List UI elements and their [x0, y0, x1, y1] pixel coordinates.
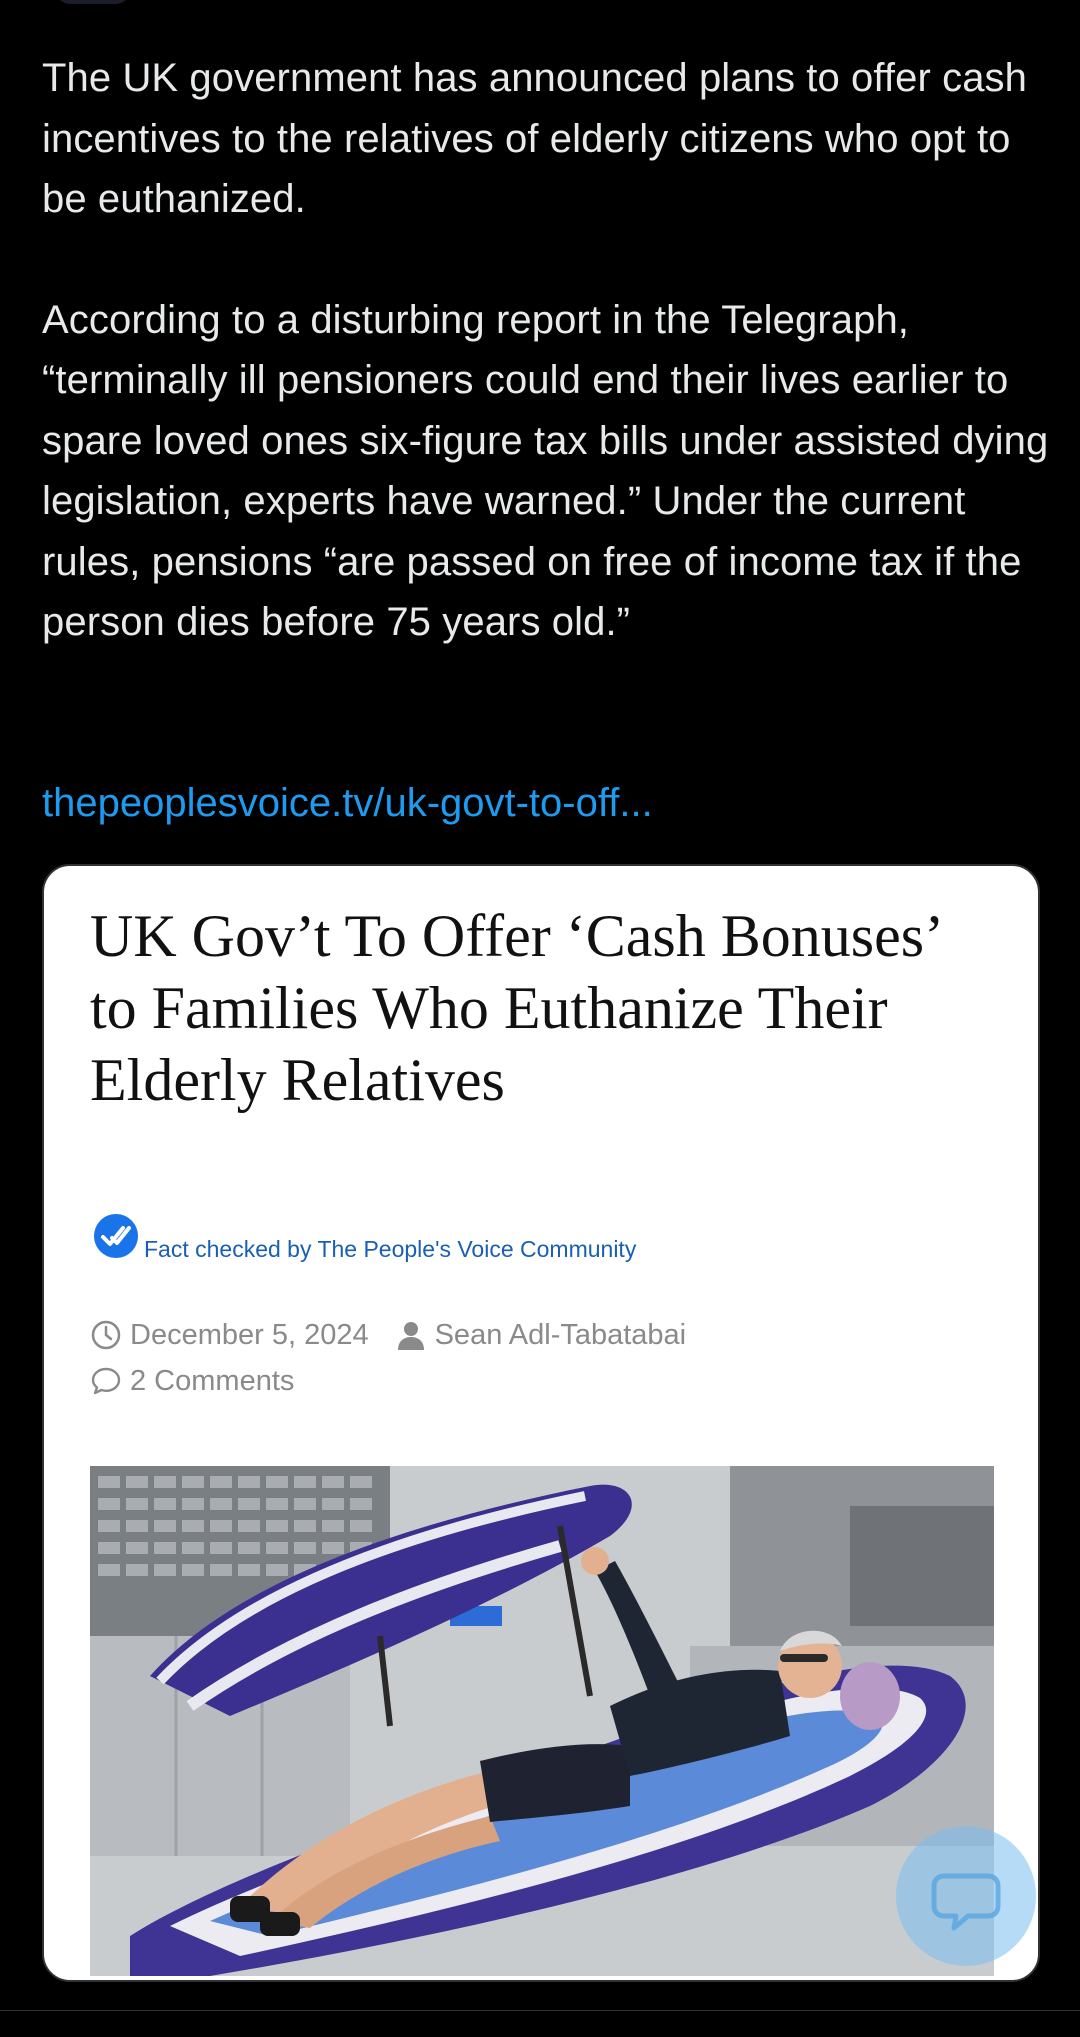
avatar[interactable] [56, 0, 130, 4]
clock-icon [91, 1321, 121, 1350]
tweet-link[interactable]: thepeoplesvoice.tv/uk-govt-to-off... [42, 775, 653, 831]
link-preview-card[interactable]: UK Gov’t To Offer ‘Cash Bonuses’ to Fami… [42, 864, 1040, 1982]
tweet-paragraph-1: The UK government has announced plans to… [42, 56, 1027, 221]
article-photo [90, 1466, 994, 1976]
article-comments[interactable]: 2 Comments [130, 1365, 294, 1398]
article-date: December 5, 2024 [130, 1318, 369, 1351]
article-meta-row: December 5, 2024 Sean Adl-Tabatabai [90, 1318, 686, 1358]
tweet-header-cropped [0, 0, 1080, 14]
comment-icon [91, 1368, 121, 1395]
article-title: UK Gov’t To Offer ‘Cash Bonuses’ to Fami… [90, 903, 940, 1113]
article-author[interactable]: Sean Adl-Tabatabai [435, 1319, 687, 1352]
divider [0, 2010, 1080, 2011]
user-icon [397, 1322, 424, 1351]
fact-check-row: Fact checked by The People's Voice Commu… [92, 1212, 792, 1272]
chat-bubble-icon [931, 1873, 1001, 1931]
tweet-body: The UK government has announced plans to… [42, 48, 1052, 653]
verified-check-icon [94, 1214, 138, 1258]
fact-check-label[interactable]: Fact checked by The People's Voice Commu… [144, 1236, 636, 1263]
tweet-detail-page: The UK government has announced plans to… [0, 0, 1080, 2037]
article-comments-row: 2 Comments [90, 1364, 294, 1404]
tweet-paragraph-2: According to a disturbing report in the … [42, 297, 1049, 645]
chat-bubble-button[interactable] [896, 1826, 1036, 1966]
article-photo-illustration [90, 1466, 994, 1976]
